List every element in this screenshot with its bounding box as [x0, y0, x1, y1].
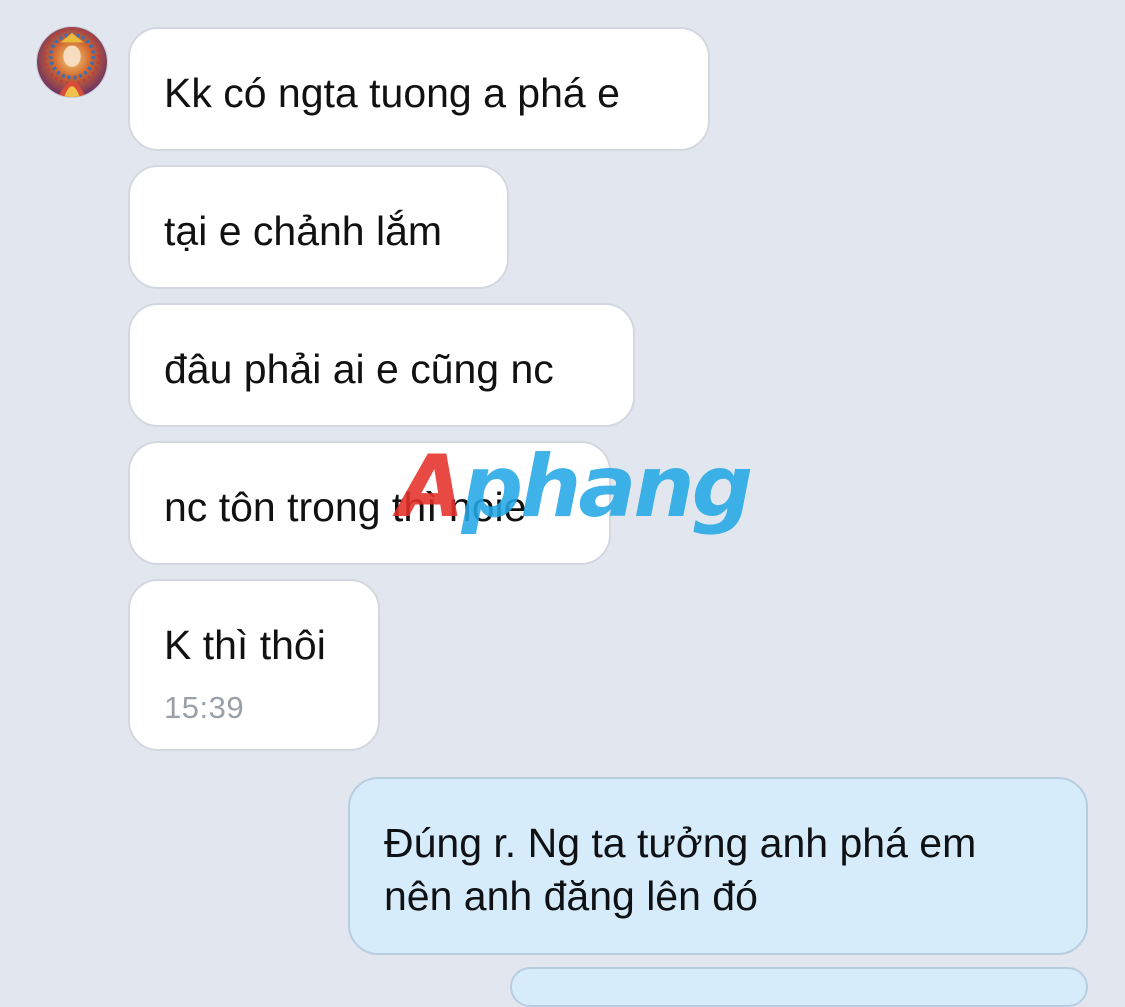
- message-text: Đúng r. Ng ta tưởng anh phá em nên anh đ…: [384, 820, 977, 919]
- incoming-message[interactable]: Kk có ngta tuong a phá e: [128, 27, 710, 151]
- message-text: tại e chảnh lắm: [164, 208, 443, 254]
- message-text: K thì thôi: [164, 622, 326, 668]
- incoming-message[interactable]: tại e chảnh lắm: [128, 165, 509, 289]
- message-text: đâu phải ai e cũng nc: [164, 346, 554, 392]
- avatar-image: [37, 27, 107, 97]
- outgoing-message[interactable]: Đúng r. Ng ta tưởng anh phá em nên anh đ…: [348, 777, 1088, 955]
- sender-avatar[interactable]: [36, 26, 108, 98]
- message-timestamp: 15:39: [164, 690, 245, 726]
- message-text: Kk có ngta tuong a phá e: [164, 70, 620, 116]
- message-text: nc tôn trong thì noie: [164, 484, 527, 530]
- incoming-message[interactable]: K thì thôi 15:39: [128, 579, 380, 751]
- incoming-message[interactable]: nc tôn trong thì noie: [128, 441, 611, 565]
- incoming-message[interactable]: đâu phải ai e cũng nc: [128, 303, 635, 427]
- outgoing-message-partial[interactable]: [510, 967, 1088, 1007]
